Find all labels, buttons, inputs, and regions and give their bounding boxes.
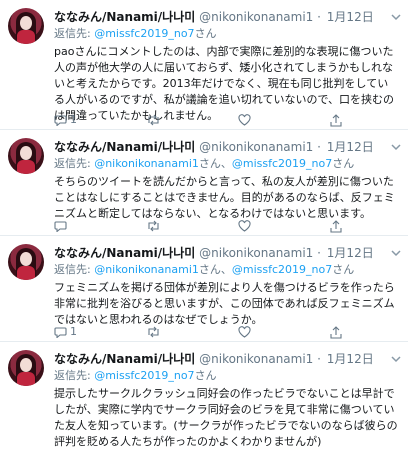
retweet-button[interactable] (146, 218, 161, 234)
reply-to-line: 返信先: @missfc2019_no7さん (54, 27, 217, 40)
reply-icon (54, 327, 67, 338)
share-button[interactable] (330, 112, 342, 128)
tweet-header: ななみん/Nanami/나나미 @nikonikonanami1 · 1月12日 (54, 138, 401, 156)
reply-button[interactable] (54, 218, 70, 234)
mention-link[interactable]: @missfc2019_no7 (232, 263, 332, 276)
tweet-3[interactable]: ななみん/Nanami/나나미 @nikonikonanami1 · 1月12日… (0, 236, 408, 342)
display-name[interactable]: ななみん/Nanami/나나미 (54, 10, 195, 24)
retweet-icon (148, 220, 159, 232)
user-handle[interactable]: @nikonikonanami1 (199, 10, 313, 24)
avatar[interactable] (8, 244, 44, 280)
retweet-button[interactable] (146, 324, 161, 340)
avatar[interactable] (8, 8, 44, 44)
display-name[interactable]: ななみん/Nanami/나나미 (54, 140, 195, 154)
mention-link[interactable]: @missfc2019_no7 (94, 27, 194, 40)
tweet-2[interactable]: ななみん/Nanami/나나미 @nikonikonanami1 · 1月12日… (0, 130, 408, 236)
like-icon (238, 114, 251, 126)
separator-dot: · (317, 10, 321, 24)
reply-to-line: 返信先: @nikonikonanami1さん、@missfc2019_no7さ… (54, 157, 355, 170)
tweet-text: 提示したサークルクラッシュ同好会の作ったビラでないことは早計でしたが、実際に学内… (54, 387, 398, 448)
like-button[interactable] (238, 324, 251, 340)
like-icon (238, 220, 251, 232)
tweet-actions (54, 218, 394, 234)
reply-to-line: 返信先: @missfc2019_no7さん (54, 369, 217, 382)
tweet-1[interactable]: ななみん/Nanami/나나미 @nikonikonanami1 · 1月12日… (0, 0, 408, 130)
tweet-header: ななみん/Nanami/나나미 @nikonikonanami1 · 1月12日 (54, 350, 401, 368)
tweet-header: ななみん/Nanami/나나미 @nikonikonanami1 · 1月12日 (54, 8, 401, 26)
mention-link[interactable]: @missfc2019_no7 (232, 157, 332, 170)
like-button[interactable] (238, 112, 251, 128)
share-icon (330, 113, 342, 127)
share-button[interactable] (330, 324, 342, 340)
mention-link[interactable]: @nikonikonanami1 (94, 263, 199, 276)
reply-button[interactable]: 1 (54, 112, 77, 128)
tweet-text: フェミニズムを掲げる団体が差別により人を傷つけるビラを作ったら非常に批判を浴びる… (54, 281, 395, 326)
reply-to-line: 返信先: @nikonikonanami1さん、@missfc2019_no7さ… (54, 263, 355, 276)
chevron-down-icon[interactable] (390, 248, 402, 258)
separator-dot: · (317, 246, 321, 260)
share-button[interactable] (330, 218, 342, 234)
retweet-icon (148, 326, 159, 338)
reply-count: 1 (70, 325, 77, 338)
like-icon (238, 326, 251, 338)
chevron-down-icon[interactable] (390, 12, 402, 22)
separator-dot: · (317, 140, 321, 154)
separator-dot: · (317, 352, 321, 366)
retweet-icon (148, 114, 159, 126)
tweet-text: そちらのツイートを読んだからと言って、私の友人が差別に傷ついたことはなしにするこ… (54, 175, 395, 220)
mention-link[interactable]: @missfc2019_no7 (94, 369, 194, 382)
share-icon (330, 219, 342, 233)
reply-icon (54, 115, 67, 126)
tweet-actions: 1 (54, 112, 394, 128)
avatar[interactable] (8, 350, 44, 386)
avatar[interactable] (8, 138, 44, 174)
retweet-button[interactable] (146, 112, 161, 128)
tweet-date[interactable]: 1月12日 (327, 10, 374, 24)
tweet-actions: 1 (54, 324, 394, 340)
tweet-4[interactable]: ななみん/Nanami/나나미 @nikonikonanami1 · 1月12日… (0, 342, 408, 460)
reply-count: 1 (70, 113, 77, 126)
tweet-date[interactable]: 1月12日 (327, 140, 374, 154)
display-name[interactable]: ななみん/Nanami/나나미 (54, 246, 195, 260)
mention-link[interactable]: @nikonikonanami1 (94, 157, 199, 170)
chevron-down-icon[interactable] (390, 354, 402, 364)
reply-icon (54, 221, 67, 232)
tweet-date[interactable]: 1月12日 (327, 246, 374, 260)
chevron-down-icon[interactable] (390, 142, 402, 152)
like-button[interactable] (238, 218, 251, 234)
tweet-header: ななみん/Nanami/나나미 @nikonikonanami1 · 1月12日 (54, 244, 401, 262)
user-handle[interactable]: @nikonikonanami1 (199, 352, 313, 366)
share-icon (330, 325, 342, 339)
user-handle[interactable]: @nikonikonanami1 (199, 246, 313, 260)
tweet-date[interactable]: 1月12日 (327, 352, 374, 366)
display-name[interactable]: ななみん/Nanami/나나미 (54, 352, 195, 366)
reply-button[interactable]: 1 (54, 324, 77, 340)
user-handle[interactable]: @nikonikonanami1 (199, 140, 313, 154)
